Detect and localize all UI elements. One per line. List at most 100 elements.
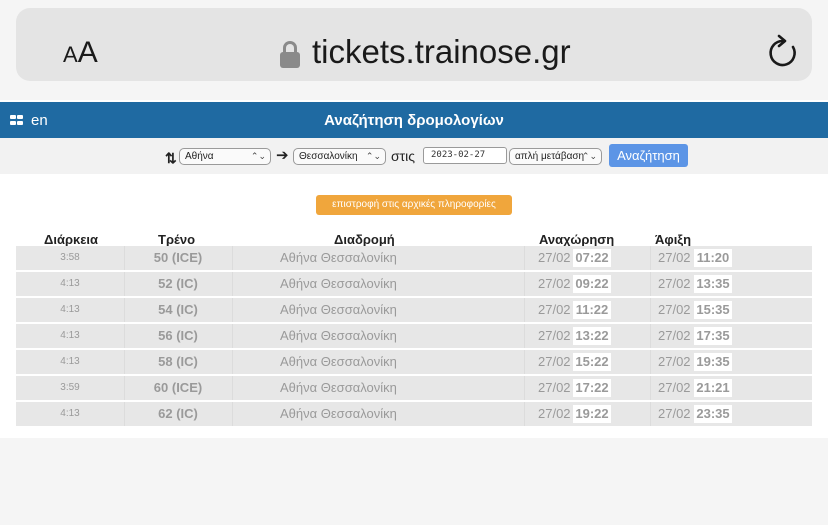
route-cell: Αθήνα Θεσσαλονίκη [280,406,397,421]
header-train: Τρένο [158,232,196,247]
departure-time-cell: 19:22 [573,405,611,423]
departure-date-cell: 27/02 [538,276,571,291]
page-header: en Αναζήτηση δρομολογίων [0,102,828,138]
arrival-time-cell: 17:35 [694,327,732,345]
train-cell: 56 (IC) [158,328,198,343]
departure-time-cell: 07:22 [573,249,611,267]
address-bar[interactable]: AA tickets.trainose.gr [16,8,812,81]
column-divider [524,402,525,426]
train-cell: 60 (ICE) [153,380,203,395]
text-size-small-label: A [63,42,78,67]
url-text: tickets.trainose.gr [312,33,571,70]
chevron-updown-icon: ⌃⌄ [250,151,266,161]
search-button[interactable]: Αναζήτηση [609,144,688,167]
column-divider [524,298,525,322]
arrival-time-cell: 19:35 [694,353,732,371]
back-to-info-button[interactable]: επιστροφή στις αρχικές πληροφορίες [316,195,512,215]
arrival-date-cell: 27/02 [658,406,691,421]
column-divider [232,246,233,270]
train-cell: 54 (IC) [158,302,198,317]
table-row[interactable]: 4:13 58 (IC) Αθήνα Θεσσαλονίκη 27/02 15:22 27… [16,350,812,374]
departure-date-cell: 27/02 [538,302,571,317]
train-cell: 50 (ICE) [153,250,203,265]
url-display[interactable]: tickets.trainose.gr [280,32,571,72]
departure-date-cell: 27/02 [538,354,571,369]
to-station-select[interactable]: Θεσσαλονίκη ⌃⌄ [293,148,386,165]
route-cell: Αθήνα Θεσσαλονίκη [280,276,397,291]
column-divider [524,324,525,348]
arrival-time-cell: 13:35 [694,275,732,293]
arrival-date-cell: 27/02 [658,380,691,395]
table-row[interactable]: 4:13 52 (IC) Αθήνα Θεσσαλονίκη 27/02 09:22 27… [16,272,812,296]
header-route: Διαδρομή [334,232,395,247]
train-cell: 52 (IC) [158,276,198,291]
column-divider [232,402,233,426]
arrow-right-icon: ➔ [276,147,289,164]
arrival-date-cell: 27/02 [658,250,691,265]
from-station-value: Αθήνα [185,151,214,162]
duration-cell: 4:13 [60,304,80,315]
swap-stations-icon[interactable]: ⇅ [165,150,177,167]
table-row[interactable]: 4:13 62 (IC) Αθήνα Θεσσαλονίκη 27/02 19:22 27… [16,402,812,426]
route-cell: Αθήνα Θεσσαλονίκη [280,302,397,317]
lock-icon [280,41,300,69]
table-row[interactable]: 3:58 50 (ICE) Αθήνα Θεσσαλονίκη 27/02 07:22 2… [16,246,812,270]
departure-date-cell: 27/02 [538,406,571,421]
trip-type-value: απλή μετάβαση [515,151,585,162]
table-row[interactable]: 4:13 56 (IC) Αθήνα Θεσσαλονίκη 27/02 13:22 27… [16,324,812,348]
train-cell: 58 (IC) [158,354,198,369]
header-departure: Αναχώρηση [539,232,615,247]
page-title: Αναζήτηση δρομολογίων [324,112,504,129]
date-input[interactable]: 2023-02-27 [423,147,507,164]
arrival-time-cell: 11:20 [694,249,732,267]
reload-icon[interactable] [766,34,800,70]
duration-cell: 3:58 [60,252,80,263]
column-divider [232,324,233,348]
date-label: στις [391,148,416,164]
arrival-date-cell: 27/02 [658,354,691,369]
from-station-select[interactable]: Αθήνα ⌃⌄ [179,148,271,165]
trip-type-select[interactable]: απλή μετάβαση ⌃⌄ [509,148,602,165]
search-bar: ⇅ Αθήνα ⌃⌄ ➔ Θεσσαλονίκη ⌃⌄ στις 2023-02… [0,138,828,174]
column-divider [232,298,233,322]
duration-cell: 4:13 [60,356,80,367]
duration-cell: 4:13 [60,408,80,419]
train-cell: 62 (IC) [158,406,198,421]
route-cell: Αθήνα Θεσσαλονίκη [280,328,397,343]
column-divider [650,246,651,270]
text-size-button[interactable]: AA [63,36,98,70]
departure-time-cell: 13:22 [573,327,611,345]
column-divider [650,350,651,374]
route-cell: Αθήνα Θεσσαλονίκη [280,380,397,395]
browser-toolbar: AA tickets.trainose.gr [0,0,828,100]
column-divider [650,272,651,296]
duration-cell: 4:13 [60,278,80,289]
table-row[interactable]: 3:59 60 (ICE) Αθήνα Θεσσαλονίκη 27/02 17:22 2… [16,376,812,400]
route-cell: Αθήνα Θεσσαλονίκη [280,354,397,369]
departure-time-cell: 17:22 [573,379,611,397]
duration-cell: 4:13 [60,330,80,341]
column-divider [524,350,525,374]
column-divider [232,376,233,400]
departure-time-cell: 15:22 [573,353,611,371]
departure-date-cell: 27/02 [538,380,571,395]
arrival-time-cell: 21:21 [694,379,732,397]
column-divider [650,402,651,426]
chevron-updown-icon: ⌃⌄ [365,151,381,161]
column-divider [524,246,525,270]
column-divider [650,298,651,322]
column-divider [232,350,233,374]
arrival-time-cell: 23:35 [694,405,732,423]
departure-date-cell: 27/02 [538,250,571,265]
to-station-value: Θεσσαλονίκη [299,151,358,162]
arrival-time-cell: 15:35 [694,301,732,319]
chevron-updown-icon: ⌃⌄ [581,151,597,161]
table-row[interactable]: 4:13 54 (IC) Αθήνα Θεσσαλονίκη 27/02 11:22 27… [16,298,812,322]
departure-time-cell: 09:22 [573,275,611,293]
arrival-date-cell: 27/02 [658,302,691,317]
column-divider [650,324,651,348]
header-duration: Διάρκεια [44,232,99,247]
arrival-date-cell: 27/02 [658,328,691,343]
arrival-date-cell: 27/02 [658,276,691,291]
column-divider [650,376,651,400]
